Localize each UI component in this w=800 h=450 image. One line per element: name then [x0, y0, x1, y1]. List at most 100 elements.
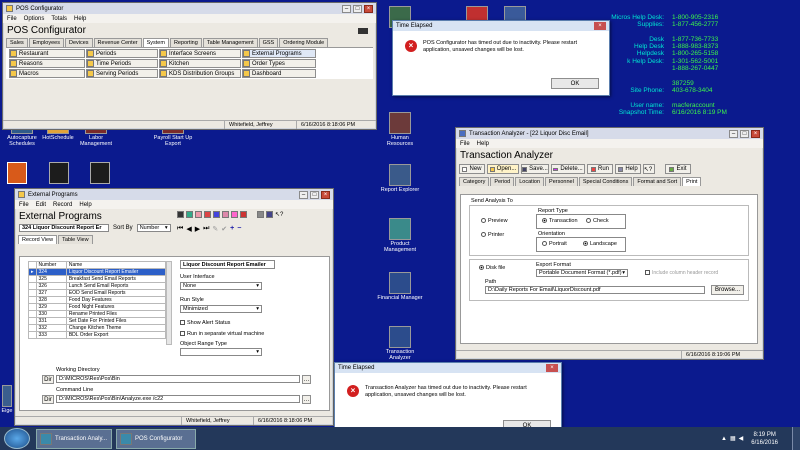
open-button[interactable]: Open... [487, 164, 519, 174]
check-icon[interactable]: ✔ [221, 225, 227, 233]
desktop-icon-product-management[interactable]: Product Management [376, 218, 424, 253]
kds-distribution-groups-button[interactable]: KDS Distribution Groups [159, 69, 241, 78]
desktop-icon-small-2[interactable] [49, 162, 69, 184]
serving-periods-button[interactable]: Serving Periods [86, 69, 158, 78]
tab-period[interactable]: Period [490, 177, 515, 186]
disk-file-radio[interactable]: Disk file [479, 265, 505, 271]
undo-icon[interactable] [195, 211, 202, 218]
desktop-icon-human-resources[interactable]: Human Resources [378, 112, 422, 147]
help-icon[interactable] [266, 211, 273, 218]
tab-print[interactable]: Print [682, 177, 702, 186]
tab-format-and-sort[interactable]: Format and Sort [633, 177, 682, 186]
ep-titlebar[interactable]: External Programs – □ × [15, 189, 333, 200]
desktop-icon-financial-manager[interactable]: Financial Manager [376, 272, 424, 301]
help-button[interactable]: Help [615, 164, 641, 174]
record-selector[interactable]: 324 Liquor Discount Report Er [19, 224, 109, 232]
pos-titlebar[interactable]: POS Configurator – □ × [3, 3, 376, 14]
time-periods-button[interactable]: Time Periods [86, 59, 158, 68]
wd-dir-button[interactable]: Dir [42, 375, 54, 384]
include-header-checkbox[interactable]: Include column header record [645, 270, 718, 276]
prev-record-icon[interactable]: ◀ [186, 225, 191, 233]
table-row[interactable]: 327 EOD Send Email Reports [28, 289, 167, 297]
show-hidden-icon[interactable]: ▲ [721, 436, 727, 442]
working-directory-input[interactable]: D:\MICROS\Res\Pos\Bin [56, 375, 300, 383]
table-row[interactable]: 333 BDL Order Export [28, 331, 167, 339]
menu-totals[interactable]: Totals [51, 16, 67, 22]
add-icon[interactable]: + [230, 225, 234, 233]
transaction-radio[interactable]: Transaction [542, 218, 578, 224]
close-icon[interactable]: × [751, 129, 760, 138]
menu-file[interactable]: File [7, 16, 17, 22]
browse-button[interactable]: Browse... [711, 285, 744, 295]
table-row[interactable]: 328 Food Day Features [28, 296, 167, 304]
sort-by-select[interactable]: Number ▾ [136, 224, 171, 232]
desktop-icon-transaction-analyzer[interactable]: Transaction Analyzer [376, 326, 424, 361]
printer-radio[interactable]: Printer [481, 232, 504, 238]
close-icon[interactable]: × [321, 190, 330, 199]
close-icon[interactable]: × [364, 4, 373, 13]
network-icon[interactable]: ▦ [730, 435, 736, 442]
desktop-icon-eige[interactable]: Eige [0, 385, 14, 414]
cmd-clear-button[interactable]: … [302, 395, 311, 404]
tab-employees[interactable]: Employees [28, 38, 64, 47]
eraser-icon[interactable] [358, 27, 368, 34]
taskbar-item-transaction-analyzer[interactable]: Transaction Analy... [36, 428, 112, 449]
path-input[interactable]: D:\Daily Reports For Email\LiquorDiscoun… [485, 286, 705, 294]
edit-icon[interactable]: ✎ [212, 225, 218, 233]
menu-record[interactable]: Record [53, 202, 72, 208]
run-button[interactable]: Run [587, 164, 613, 174]
kitchen-button[interactable]: Kitchen [159, 59, 241, 68]
order-types-button[interactable]: Order Types [242, 59, 316, 68]
find-icon[interactable] [231, 211, 238, 218]
maximize-icon[interactable]: □ [353, 4, 362, 13]
next-record-icon[interactable]: ▶ [195, 225, 200, 233]
ui-select[interactable]: None ▾ [180, 282, 262, 290]
paste-icon[interactable] [222, 211, 229, 218]
desktop-icon-small-3[interactable] [90, 162, 110, 184]
external-programs-button[interactable]: External Programs [242, 49, 316, 58]
tab-ordering-module[interactable]: Ordering Module [279, 38, 329, 47]
whats-this-button[interactable]: ↖? [643, 164, 655, 174]
range-select[interactable]: ▾ [180, 348, 262, 356]
run-virtual-checkbox[interactable]: Run in separate virtual machine [180, 331, 264, 337]
close-icon[interactable]: × [546, 364, 558, 372]
desktop-icon-report-explorer[interactable]: Report Explorer [378, 164, 422, 193]
new-button[interactable]: New [459, 164, 485, 174]
portrait-radio[interactable]: Portrait [542, 241, 567, 247]
wd-clear-button[interactable]: … [302, 375, 311, 384]
macros-button[interactable]: Macros [9, 69, 85, 78]
exit-button[interactable]: Exit [665, 164, 691, 174]
cmd-dir-button[interactable]: Dir [42, 395, 54, 404]
close-icon[interactable]: × [594, 22, 606, 30]
tab-table-view[interactable]: Table View [58, 235, 93, 244]
minimize-icon[interactable]: – [299, 190, 308, 199]
tab-gss[interactable]: GSS [258, 38, 279, 47]
report-icon[interactable] [240, 211, 247, 218]
tab-sales[interactable]: Sales [6, 38, 28, 47]
table-row[interactable]: 330 Rename Printed Files [28, 310, 167, 318]
tab-category[interactable]: Category [459, 177, 490, 186]
last-record-icon[interactable]: ⏭ [203, 225, 209, 233]
ta-titlebar[interactable]: Transaction Analyzer - [22 Liquor Disc E… [456, 128, 763, 139]
tab-special-conditions[interactable]: Special Conditions [578, 177, 633, 186]
preview-radio[interactable]: Preview [481, 218, 508, 224]
copy-icon[interactable] [213, 211, 220, 218]
table-row[interactable]: 325 Breakfast Send Email Reports [28, 275, 167, 283]
delete-button[interactable]: Delete... [551, 164, 585, 174]
tab-record-view[interactable]: Record View [18, 235, 58, 244]
show-desktop-button[interactable] [792, 427, 800, 450]
menu-edit[interactable]: Edit [36, 202, 46, 208]
dialog-titlebar[interactable]: Time Elapsed × [393, 21, 609, 31]
table-scrollbar[interactable] [166, 261, 172, 345]
dashboard-button[interactable]: Dashboard [242, 69, 316, 78]
tab-table-management[interactable]: Table Management [202, 38, 258, 47]
command-line-input[interactable]: D:\MICROS\Res\Pos\Bin\Analyze.exe /c22 [56, 395, 300, 403]
minimize-icon[interactable]: – [729, 129, 738, 138]
tab-personnel[interactable]: Personnel [545, 177, 578, 186]
tab-revenue-center[interactable]: Revenue Center [93, 38, 142, 47]
tray-clock[interactable]: 8:19 PM 6/16/2016 [751, 431, 778, 447]
maximize-icon[interactable]: □ [740, 129, 749, 138]
export-format-select[interactable]: Portable Document Format (*.pdf) ▾ [536, 269, 628, 277]
taskbar-item-pos-configurator[interactable]: POS Configurator [116, 428, 196, 449]
interface-screens-button[interactable]: Interface Screens [159, 49, 241, 58]
